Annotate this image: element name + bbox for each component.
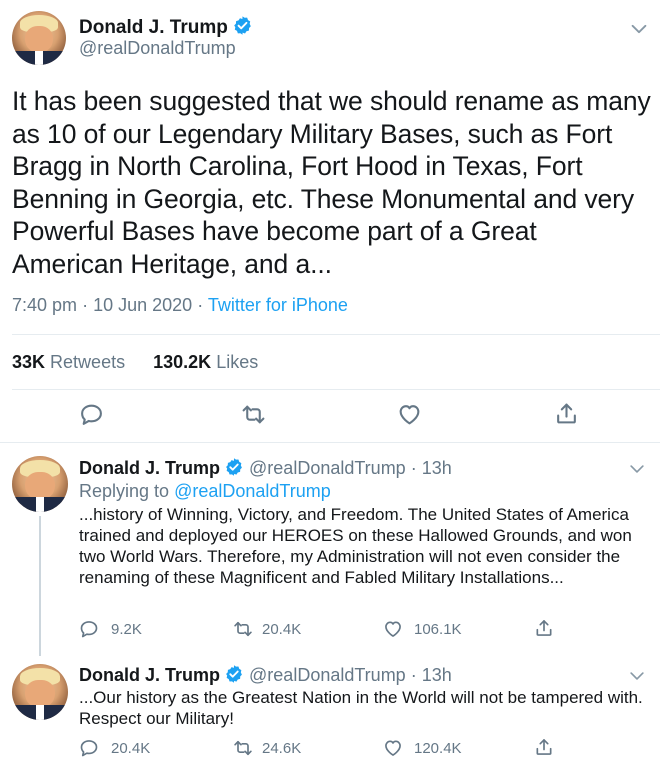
chevron-down-icon[interactable]	[627, 459, 647, 479]
replying-to-link[interactable]: @realDonaldTrump	[174, 481, 331, 501]
like-icon[interactable]	[397, 402, 422, 427]
retweet-icon[interactable]	[233, 738, 253, 758]
author-handle[interactable]: @realDonaldTrump	[249, 458, 406, 478]
reply-icon[interactable]	[79, 738, 99, 758]
retweets-stat[interactable]: 33K Retweets	[12, 352, 125, 372]
author-name[interactable]: Donald J. Trump	[79, 458, 220, 478]
tweet-time[interactable]: 7:40 pm	[12, 295, 77, 315]
verified-badge-icon	[224, 457, 244, 477]
reply-text: ...Our history as the Greatest Nation in…	[79, 688, 643, 728]
like-icon[interactable]	[383, 738, 403, 758]
share-icon[interactable]	[554, 401, 579, 426]
like-count: 106.1K	[414, 621, 462, 638]
tweet-date[interactable]: 10 Jun 2020	[93, 295, 192, 315]
replying-to: Replying to @realDonaldTrump	[79, 481, 331, 501]
verified-badge-icon	[232, 15, 253, 36]
tweet-source-link[interactable]: Twitter for iPhone	[208, 295, 348, 315]
reply-count: 20.4K	[111, 740, 151, 757]
avatar[interactable]	[12, 664, 68, 720]
chevron-down-icon[interactable]	[627, 666, 647, 686]
divider	[0, 442, 660, 443]
chevron-down-icon[interactable]	[628, 18, 650, 40]
tweet-text: It has been suggested that we should ren…	[12, 86, 651, 279]
verified-badge-icon	[224, 664, 244, 684]
author-handle[interactable]: @realDonaldTrump	[249, 665, 406, 685]
tweet-meta: 7:40 pm · 10 Jun 2020 · Twitter for iPho…	[12, 295, 348, 315]
thread-connector-line	[39, 516, 41, 656]
avatar[interactable]	[12, 456, 68, 512]
tweet-stats: 33K Retweets 130.2K Likes	[12, 352, 258, 373]
reply-count: 9.2K	[111, 621, 142, 638]
author-name[interactable]: Donald J. Trump	[79, 665, 220, 685]
reply-icon[interactable]	[79, 402, 104, 427]
share-icon[interactable]	[534, 737, 554, 757]
reply-header: Donald J. Trump @realDonaldTrump · 13h	[79, 457, 452, 478]
avatar[interactable]	[12, 11, 66, 65]
like-icon[interactable]	[383, 619, 403, 639]
retweet-icon[interactable]	[241, 402, 266, 427]
likes-stat[interactable]: 130.2K Likes	[153, 352, 258, 372]
divider	[12, 334, 660, 335]
retweet-count: 20.4K	[262, 621, 302, 638]
reply-age[interactable]: 13h	[422, 458, 452, 478]
reply-header: Donald J. Trump @realDonaldTrump · 13h	[79, 664, 452, 685]
retweet-icon[interactable]	[233, 619, 253, 639]
like-count: 120.4K	[414, 740, 462, 757]
share-icon[interactable]	[534, 618, 554, 638]
author-handle[interactable]: @realDonaldTrump	[79, 38, 236, 59]
reply-text: ...history of Winning, Victory, and Free…	[79, 505, 632, 587]
divider	[12, 389, 660, 390]
retweet-count: 24.6K	[262, 740, 302, 757]
author-name[interactable]: Donald J. Trump	[79, 15, 253, 39]
reply-age[interactable]: 13h	[422, 665, 452, 685]
reply-icon[interactable]	[79, 619, 99, 639]
